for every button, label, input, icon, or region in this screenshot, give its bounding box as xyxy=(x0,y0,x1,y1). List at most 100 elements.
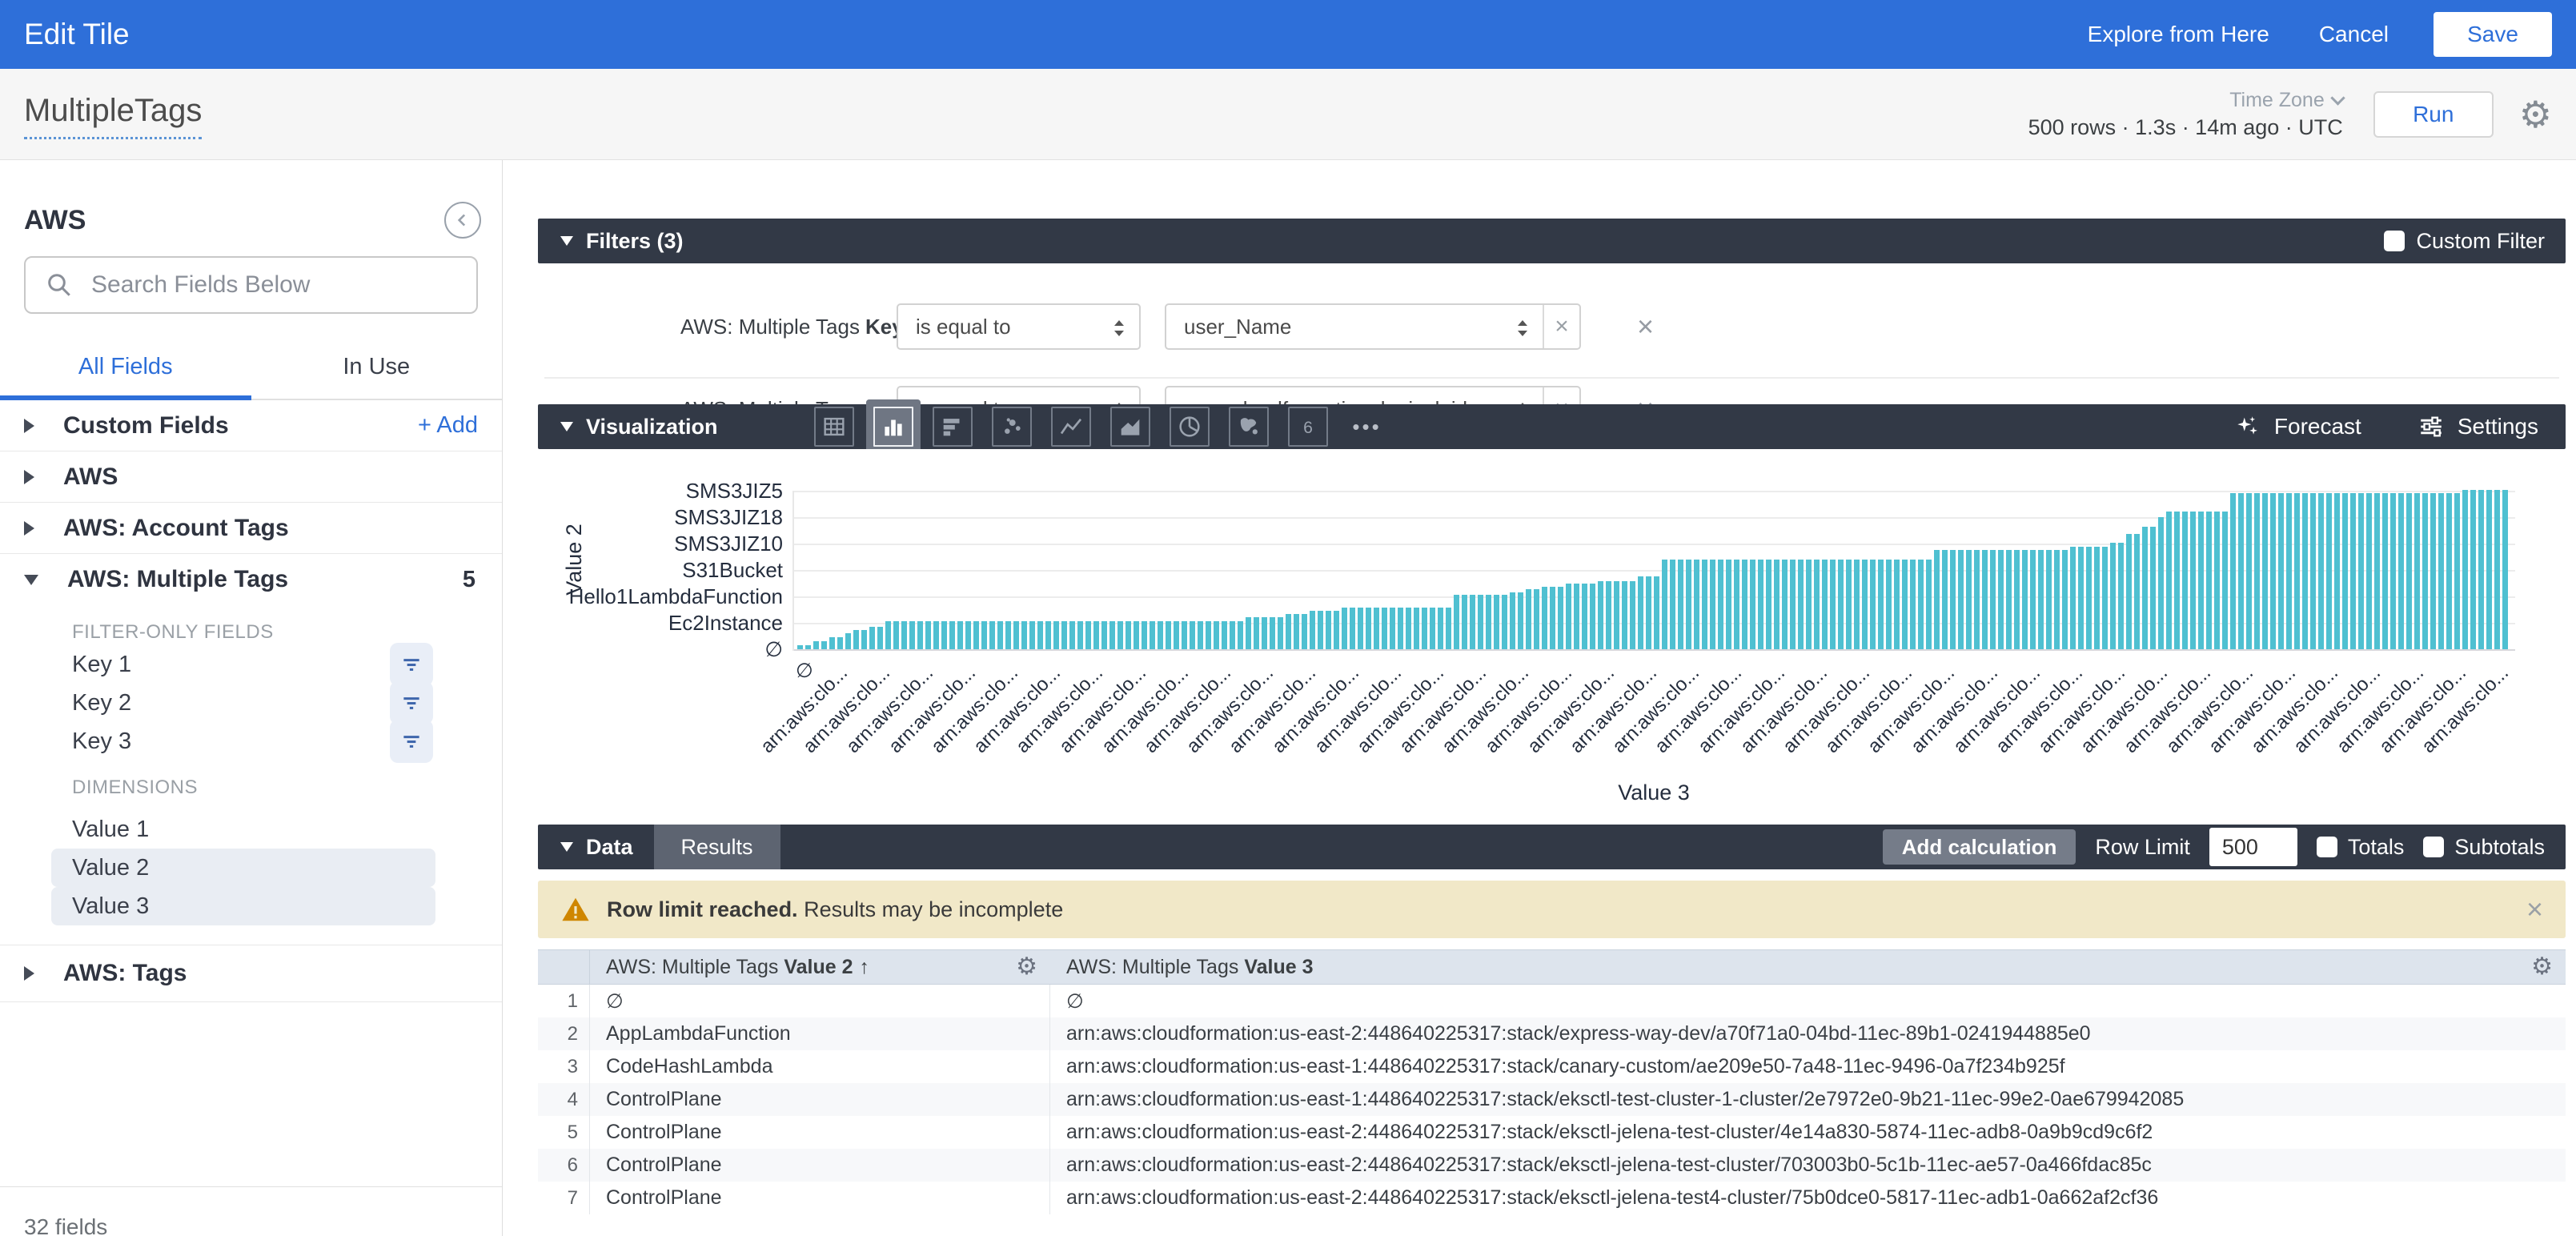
chart-bar xyxy=(2422,493,2428,649)
filters-section-bar[interactable]: Filters (3) Custom Filter xyxy=(538,219,2566,263)
viz-type-area-icon[interactable] xyxy=(1110,407,1150,447)
visualization-section-bar[interactable]: Visualization 6••• Forecast xyxy=(538,404,2566,449)
dismiss-warning-icon[interactable]: × xyxy=(2526,893,2543,926)
filter-lines-icon xyxy=(399,729,423,753)
table-row[interactable]: 3CodeHashLambdaarn:aws:cloudformation:us… xyxy=(538,1050,2566,1083)
sidebar-section-aws-multiple-tags[interactable]: AWS: Multiple Tags5 xyxy=(0,554,502,605)
page-title: Edit Tile xyxy=(24,18,130,51)
chart-bar xyxy=(2366,493,2372,649)
table-row[interactable]: 6ControlPlanearn:aws:cloudformation:us-e… xyxy=(538,1149,2566,1182)
sidebar-section-aws-tags[interactable]: AWS: Tags xyxy=(0,945,502,1002)
filter-by-field-button[interactable] xyxy=(390,681,433,724)
chart-bar xyxy=(1134,621,1139,649)
filter-value-select[interactable]: user_Name × xyxy=(1165,303,1581,350)
chart-bar xyxy=(1862,560,1868,649)
y-axis-tick-label: SMS3JIZ5 xyxy=(538,479,783,504)
viz-type-pie-icon[interactable] xyxy=(1170,407,1210,447)
table-row[interactable]: 2AppLambdaFunctionarn:aws:cloudformation… xyxy=(538,1017,2566,1050)
viz-type-table-icon[interactable] xyxy=(814,407,854,447)
query-settings-gear-icon[interactable]: ⚙ xyxy=(2519,96,2552,133)
chart-bar xyxy=(2270,493,2276,649)
viz-type-column-icon[interactable] xyxy=(873,407,913,447)
chart-bar xyxy=(1958,550,1964,649)
explore-from-here-button[interactable]: Explore from Here xyxy=(2088,22,2269,47)
subtotals-checkbox[interactable] xyxy=(2423,837,2444,857)
totals-checkbox[interactable] xyxy=(2317,837,2337,857)
table-row[interactable]: 5ControlPlanearn:aws:cloudformation:us-e… xyxy=(538,1116,2566,1149)
chart-bar xyxy=(861,630,867,649)
time-zone-dropdown[interactable]: Time Zone xyxy=(2229,89,2343,112)
query-toolbar: MultipleTags Time Zone 500 rows · 1.3s ·… xyxy=(0,69,2576,160)
clear-filter-value-icon[interactable]: × xyxy=(1543,305,1579,348)
add-custom-field-button[interactable]: + Add xyxy=(418,412,478,439)
tab-in-use[interactable]: In Use xyxy=(251,335,503,399)
sidebar-section-aws-account-tags[interactable]: AWS: Account Tags xyxy=(0,503,502,554)
query-title[interactable]: MultipleTags xyxy=(24,93,202,139)
multiple-tags-section-body: FILTER-ONLY FIELDS Key 1Key 2Key 3 DIMEN… xyxy=(0,621,502,935)
table-row[interactable]: 1∅∅ xyxy=(538,985,2566,1017)
filter-by-field-button[interactable] xyxy=(390,643,433,686)
chart-bar xyxy=(2398,493,2404,649)
field-row-value-2[interactable]: Value 2 xyxy=(51,849,435,887)
tab-results[interactable]: Results xyxy=(654,825,780,869)
chart-bar xyxy=(2054,550,2060,649)
section-label: AWS: Tags xyxy=(63,960,187,987)
chart-bar xyxy=(2438,493,2444,649)
viz-settings-button[interactable]: Settings xyxy=(2418,413,2538,440)
filter-value: user_Name xyxy=(1184,315,1291,339)
filter-lines-icon xyxy=(399,652,423,676)
chart-bar xyxy=(1942,550,1948,649)
chart-bar xyxy=(2014,550,2020,649)
run-button[interactable]: Run xyxy=(2373,91,2494,138)
custom-filter-toggle[interactable]: Custom Filter xyxy=(2384,229,2545,254)
data-section-bar[interactable]: Data Results Add calculation Row Limit T… xyxy=(538,825,2566,869)
subtotals-toggle[interactable]: Subtotals xyxy=(2423,835,2545,860)
dimensions-header: DIMENSIONS xyxy=(72,777,502,801)
collapse-sidebar-button[interactable] xyxy=(444,202,481,239)
tab-all-fields[interactable]: All Fields xyxy=(0,335,251,399)
chart-bar xyxy=(1366,608,1371,649)
column-header-value-3[interactable]: AWS: Multiple Tags Value 3 ⚙ xyxy=(1050,950,2566,984)
chart-bar xyxy=(1974,550,1980,649)
table-row[interactable]: 4ControlPlanearn:aws:cloudformation:us-e… xyxy=(538,1083,2566,1116)
field-row-key-2[interactable]: Key 2 xyxy=(0,684,502,722)
viz-type-single-value-icon[interactable]: 6 xyxy=(1288,407,1328,447)
viz-type-bar-icon[interactable] xyxy=(933,407,973,447)
save-button[interactable]: Save xyxy=(2434,12,2552,57)
chart-bar xyxy=(1630,581,1635,649)
viz-type-line-icon[interactable] xyxy=(1051,407,1091,447)
totals-toggle[interactable]: Totals xyxy=(2317,835,2405,860)
y-axis-tick-label: Hello1LambdaFunction xyxy=(538,584,783,609)
field-row-value-3[interactable]: Value 3 xyxy=(51,887,435,925)
field-row-key-3[interactable]: Key 3 xyxy=(0,722,502,760)
viz-type-map-icon[interactable] xyxy=(1229,407,1269,447)
filter-by-field-button[interactable] xyxy=(390,720,433,763)
remove-filter-icon[interactable]: × xyxy=(1637,310,1654,343)
chart-bar xyxy=(2070,547,2076,649)
sidebar-section-aws[interactable]: AWS xyxy=(0,451,502,503)
table-row[interactable]: 7ControlPlanearn:aws:cloudformation:us-e… xyxy=(538,1182,2566,1214)
field-tabs: All Fields In Use xyxy=(0,335,502,400)
cell-value-2: ControlPlane xyxy=(590,1182,1050,1214)
column-gear-icon[interactable]: ⚙ xyxy=(2531,955,2553,979)
filter-operator-select[interactable]: is equal to xyxy=(897,303,1141,350)
add-calculation-button[interactable]: Add calculation xyxy=(1883,829,2076,865)
chart-bar xyxy=(949,621,955,649)
column-header-value-2[interactable]: AWS: Multiple Tags Value 2 ↑ ⚙ xyxy=(590,950,1050,984)
cancel-button[interactable]: Cancel xyxy=(2319,22,2389,47)
column-gear-icon[interactable]: ⚙ xyxy=(1016,955,1037,979)
chart-bar xyxy=(1238,621,1243,649)
field-row-key-1[interactable]: Key 1 xyxy=(0,645,502,684)
row-limit-input[interactable] xyxy=(2209,828,2297,866)
viz-type-more-icon[interactable]: ••• xyxy=(1347,407,1387,447)
field-search[interactable] xyxy=(24,256,478,314)
viz-type-scatter-icon[interactable] xyxy=(992,407,1032,447)
forecast-button[interactable]: Forecast xyxy=(2234,413,2361,440)
column-prefix: AWS: Multiple Tags xyxy=(1066,956,1238,979)
search-input[interactable] xyxy=(91,271,457,299)
chart-bar xyxy=(2254,493,2260,649)
custom-filter-checkbox[interactable] xyxy=(2384,231,2405,251)
sidebar-section-custom-fields[interactable]: Custom Fields+ Add xyxy=(0,400,502,451)
chart-bar xyxy=(1982,550,1988,649)
field-row-value-1[interactable]: Value 1 xyxy=(51,810,435,849)
